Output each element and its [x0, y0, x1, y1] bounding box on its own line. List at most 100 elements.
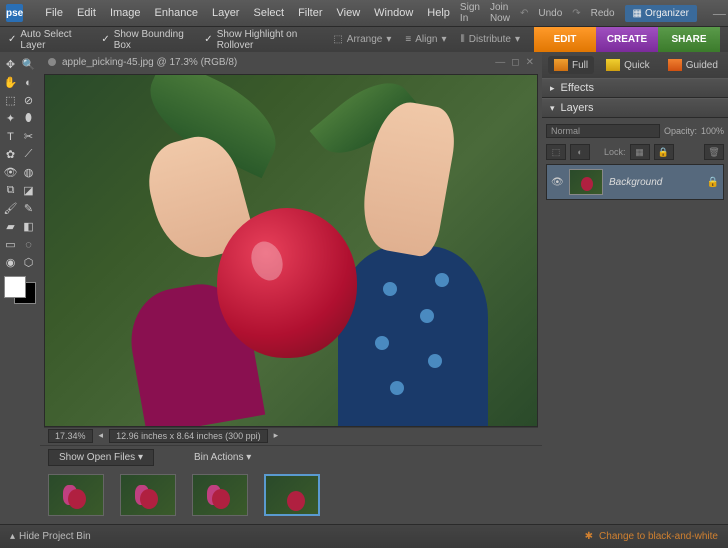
hide-project-bin-button[interactable]: Hide Project Bin: [19, 531, 91, 542]
doc-restore-button[interactable]: ◻: [511, 57, 519, 68]
align-icon: ≡: [405, 34, 411, 45]
tab-share[interactable]: SHARE: [658, 27, 720, 53]
chevron-down-icon: ▾: [441, 34, 446, 45]
move-tool[interactable]: ✥: [2, 56, 19, 73]
layer-row-background[interactable]: 👁 Background 🔒: [546, 164, 724, 200]
menu-image[interactable]: Image: [104, 4, 147, 22]
lasso-tool[interactable]: ⊘: [20, 92, 37, 109]
crop-tool[interactable]: ✂: [20, 128, 37, 145]
show-open-files-dropdown[interactable]: Show Open Files ▾: [48, 449, 154, 466]
toolbox: ✥🔍 ✋◐ ⬚⊘ ✦⬮ T✂ ✿⟋ 👁◍ ⧉◪ 🖌✎ ▰◧ ▭◌ ◉⬡: [0, 52, 40, 522]
statusbar-arrow-icon[interactable]: ◂: [99, 430, 104, 441]
show-open-label: Show Open Files: [59, 452, 135, 463]
layer-name[interactable]: Background: [609, 177, 662, 188]
wand-tool[interactable]: ✦: [2, 110, 19, 127]
menu-edit[interactable]: Edit: [71, 4, 102, 22]
layer-thumbnail[interactable]: [569, 169, 603, 195]
tab-create[interactable]: CREATE: [596, 27, 658, 53]
minimize-button[interactable]: —: [713, 6, 726, 21]
chevron-up-icon[interactable]: ▴: [10, 531, 15, 542]
menu-layer[interactable]: Layer: [206, 4, 246, 22]
canvas-content: [338, 246, 488, 426]
menu-view[interactable]: View: [331, 4, 367, 22]
lock-transparent-button[interactable]: ▦: [630, 144, 650, 160]
menu-window[interactable]: Window: [368, 4, 419, 22]
menu-file[interactable]: File: [39, 4, 69, 22]
redo-icon[interactable]: ↷: [572, 8, 580, 19]
document-indicator-icon: [48, 58, 56, 66]
mode-tab-full[interactable]: Full: [548, 56, 594, 74]
document-dimensions[interactable]: 12.96 inches x 8.64 inches (300 ppi): [109, 429, 268, 443]
marquee-tool[interactable]: ⬚: [2, 92, 19, 109]
redo-button[interactable]: Redo: [591, 8, 615, 19]
show-bounding-box-checkbox[interactable]: Show Bounding Box: [101, 29, 190, 51]
guided-icon: [668, 59, 682, 71]
menu-filter[interactable]: Filter: [292, 4, 328, 22]
smart-brush-tool[interactable]: ✎: [20, 200, 37, 217]
sponge-tool[interactable]: ◉: [2, 254, 19, 271]
hand-tool[interactable]: ✋: [2, 74, 19, 91]
auto-select-layer-checkbox[interactable]: Auto Select Layer: [8, 29, 87, 51]
gradient-tool[interactable]: ◧: [20, 218, 37, 235]
opacity-value[interactable]: 100%: [701, 126, 724, 136]
distribute-dropdown[interactable]: ⫴Distribute▾: [461, 34, 520, 45]
doc-minimize-button[interactable]: —: [495, 57, 505, 68]
lock-all-button[interactable]: 🔒: [654, 144, 674, 160]
layers-panel-header[interactable]: Layers: [542, 98, 728, 118]
cookie-cutter-tool[interactable]: ✿: [2, 146, 19, 163]
doc-close-button[interactable]: ✕: [526, 57, 534, 68]
color-swatch[interactable]: [4, 276, 36, 304]
chevron-down-icon: ▾: [515, 34, 520, 45]
layer-visibility-icon[interactable]: 👁: [551, 177, 563, 188]
redeye-tool[interactable]: 👁: [2, 164, 19, 181]
bin-thumbnail-selected[interactable]: [264, 474, 320, 516]
new-layer-button[interactable]: ⬚: [546, 144, 566, 160]
delete-layer-button[interactable]: 🗑: [704, 144, 724, 160]
bin-actions-dropdown[interactable]: Bin Actions ▾: [194, 452, 251, 463]
menu-help[interactable]: Help: [421, 4, 456, 22]
shape-tool[interactable]: ▭: [2, 236, 19, 253]
tab-edit[interactable]: EDIT: [534, 27, 596, 53]
adjustment-layer-button[interactable]: ◐: [570, 144, 590, 160]
detail-tool[interactable]: ⬡: [20, 254, 37, 271]
sign-in-link[interactable]: Sign In: [460, 2, 480, 24]
align-dropdown[interactable]: ≡Align▾: [405, 34, 446, 45]
brush-tool[interactable]: 🖌: [2, 200, 19, 217]
bin-thumbnail[interactable]: [120, 474, 176, 516]
mode-tab-guided[interactable]: Guided: [662, 56, 724, 74]
selection-brush-tool[interactable]: ⬮: [20, 110, 37, 127]
type-tool[interactable]: T: [2, 128, 19, 145]
eraser-tool[interactable]: ◪: [20, 182, 37, 199]
menu-enhance[interactable]: Enhance: [149, 4, 204, 22]
undo-button[interactable]: Undo: [538, 8, 562, 19]
menu-select[interactable]: Select: [247, 4, 290, 22]
organizer-icon: ▦: [633, 8, 642, 19]
chevron-down-icon: ▾: [246, 452, 251, 463]
bin-thumbnail[interactable]: [192, 474, 248, 516]
full-label: Full: [572, 60, 588, 71]
opacity-label: Opacity:: [664, 126, 697, 136]
blend-mode-select[interactable]: Normal: [546, 124, 660, 138]
arrange-dropdown[interactable]: ⬚Arrange▾: [333, 34, 391, 45]
statusbar-arrow-icon[interactable]: ▸: [274, 430, 279, 441]
bucket-tool[interactable]: ▰: [2, 218, 19, 235]
change-bw-link[interactable]: Change to black-and-white: [599, 531, 718, 542]
eyedropper-tool[interactable]: ◐: [20, 74, 37, 91]
undo-icon[interactable]: ↶: [520, 8, 528, 19]
organizer-button[interactable]: ▦ Organizer: [625, 5, 697, 22]
canvas[interactable]: [44, 74, 538, 427]
effects-panel-header[interactable]: Effects: [542, 78, 728, 98]
join-now-link[interactable]: Join Now: [490, 2, 510, 24]
straighten-tool[interactable]: ⟋: [20, 146, 37, 163]
highlight-label: Show Highlight on Rollover: [217, 29, 320, 51]
mode-tab-quick[interactable]: Quick: [600, 56, 656, 74]
show-highlight-checkbox[interactable]: Show Highlight on Rollover: [204, 29, 319, 51]
spot-heal-tool[interactable]: ◍: [20, 164, 37, 181]
zoom-level[interactable]: 17.34%: [48, 429, 93, 443]
canvas-content: [217, 208, 357, 358]
gear-icon[interactable]: ✱: [585, 531, 593, 542]
bin-thumbnail[interactable]: [48, 474, 104, 516]
blur-tool[interactable]: ◌: [20, 236, 37, 253]
clone-tool[interactable]: ⧉: [2, 182, 19, 199]
zoom-tool[interactable]: 🔍: [20, 56, 37, 73]
